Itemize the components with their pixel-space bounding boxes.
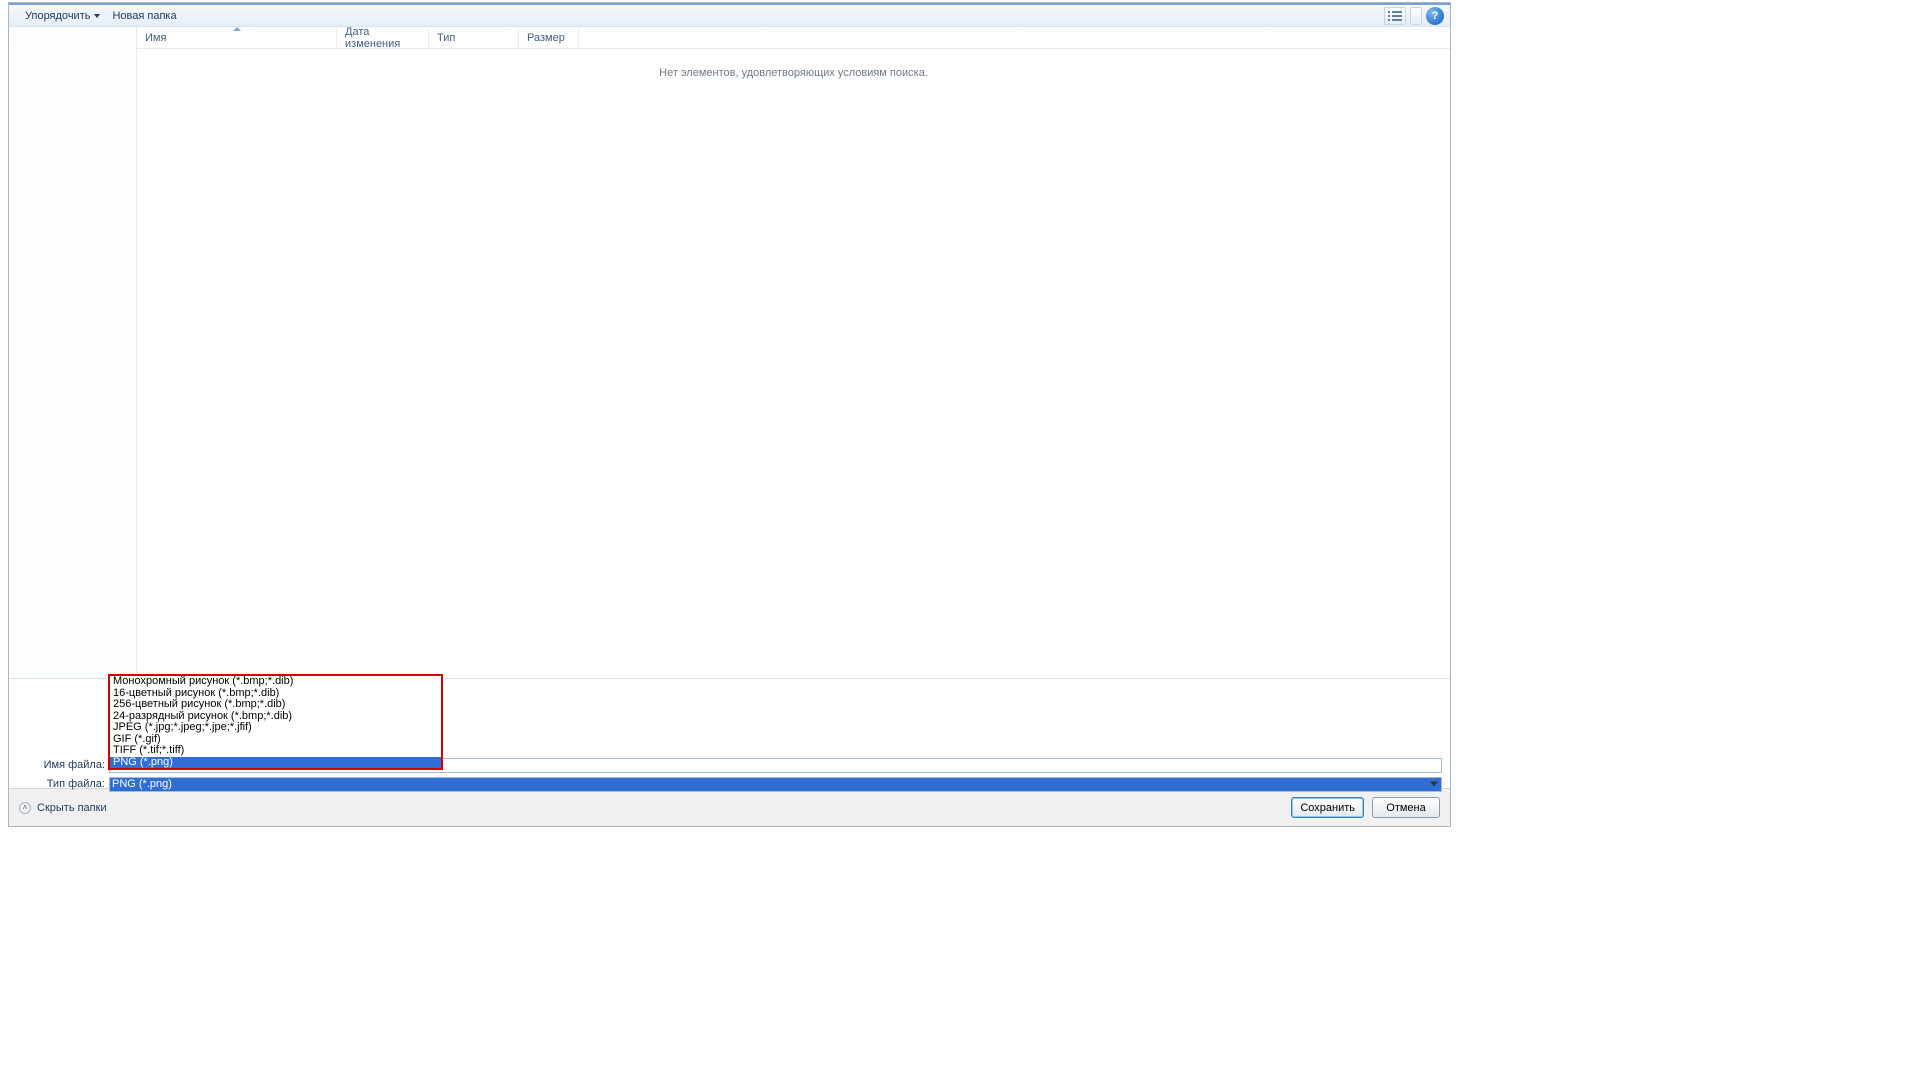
filetype-option[interactable]: TIFF (*.tif;*.tiff)	[110, 745, 441, 757]
new-folder-button[interactable]: Новая папка	[106, 5, 182, 26]
filetype-option[interactable]: JPEG (*.jpg;*.jpeg;*.jpe;*.jfif)	[110, 722, 441, 734]
view-options-button[interactable]	[1384, 7, 1406, 25]
footer-buttons: Сохранить Отмена	[1291, 797, 1440, 818]
navpane-header-spacer	[9, 27, 137, 49]
new-folder-label: Новая папка	[112, 10, 176, 22]
column-name[interactable]: Имя	[137, 27, 337, 48]
filetype-row: Тип файла: PNG (*.png)	[17, 776, 1442, 792]
file-list-area[interactable]: Нет элементов, удовлетворяющих условиям …	[137, 49, 1450, 678]
column-type[interactable]: Тип	[429, 27, 519, 48]
filetype-option[interactable]: GIF (*.gif)	[110, 734, 441, 746]
column-name-label: Имя	[145, 32, 166, 44]
save-button[interactable]: Сохранить	[1291, 797, 1364, 818]
column-date-label: Дата изменения	[345, 26, 420, 50]
column-date[interactable]: Дата изменения	[337, 27, 429, 48]
save-as-dialog: Упорядочить Новая папка ? Имя Дата измен…	[8, 2, 1451, 827]
caret-down-icon	[1430, 782, 1438, 787]
help-icon: ?	[1432, 10, 1439, 22]
filetype-option[interactable]: 256-цветный рисунок (*.bmp;*.dib)	[110, 699, 441, 711]
toolbar: Упорядочить Новая папка ?	[9, 5, 1450, 27]
chevron-up-icon: ˄	[19, 802, 31, 814]
filetype-option[interactable]: 16-цветный рисунок (*.bmp;*.dib)	[110, 688, 441, 700]
cancel-button[interactable]: Отмена	[1372, 797, 1440, 818]
list-view-icon	[1388, 10, 1402, 22]
filename-label: Имя файла:	[17, 759, 109, 771]
save-button-label: Сохранить	[1300, 802, 1355, 814]
filetype-selected-value: PNG (*.png)	[112, 778, 172, 790]
empty-results-message: Нет элементов, удовлетворяющих условиям …	[137, 67, 1450, 79]
caret-down-icon	[94, 14, 100, 18]
filetype-option[interactable]: 24-разрядный рисунок (*.bmp;*.dib)	[110, 711, 441, 723]
hide-folders-label: Скрыть папки	[37, 802, 107, 814]
filetype-dropdown-list[interactable]: Монохромный рисунок (*.bmp;*.dib)16-цвет…	[108, 674, 443, 770]
filetype-select[interactable]: PNG (*.png)	[109, 777, 1442, 792]
organize-button[interactable]: Упорядочить	[19, 5, 106, 26]
cancel-button-label: Отмена	[1386, 802, 1425, 814]
column-headers: Имя Дата изменения Тип Размер	[9, 27, 1450, 49]
hide-folders-link[interactable]: ˄ Скрыть папки	[19, 802, 107, 814]
view-dropdown-button[interactable]	[1410, 7, 1422, 25]
navigation-pane[interactable]	[9, 49, 137, 678]
toolbar-right: ?	[1384, 5, 1444, 26]
filetype-option[interactable]: Монохромный рисунок (*.bmp;*.dib)	[110, 676, 441, 688]
dialog-body: Нет элементов, удовлетворяющих условиям …	[9, 49, 1450, 678]
column-size[interactable]: Размер	[519, 27, 579, 48]
help-button[interactable]: ?	[1426, 7, 1444, 25]
filetype-option[interactable]: PNG (*.png)	[110, 757, 441, 769]
column-size-label: Размер	[527, 32, 565, 44]
dialog-footer: ˄ Скрыть папки Сохранить Отмена	[9, 788, 1450, 826]
organize-label: Упорядочить	[25, 10, 90, 22]
column-type-label: Тип	[437, 32, 455, 44]
filetype-label: Тип файла:	[17, 778, 109, 790]
